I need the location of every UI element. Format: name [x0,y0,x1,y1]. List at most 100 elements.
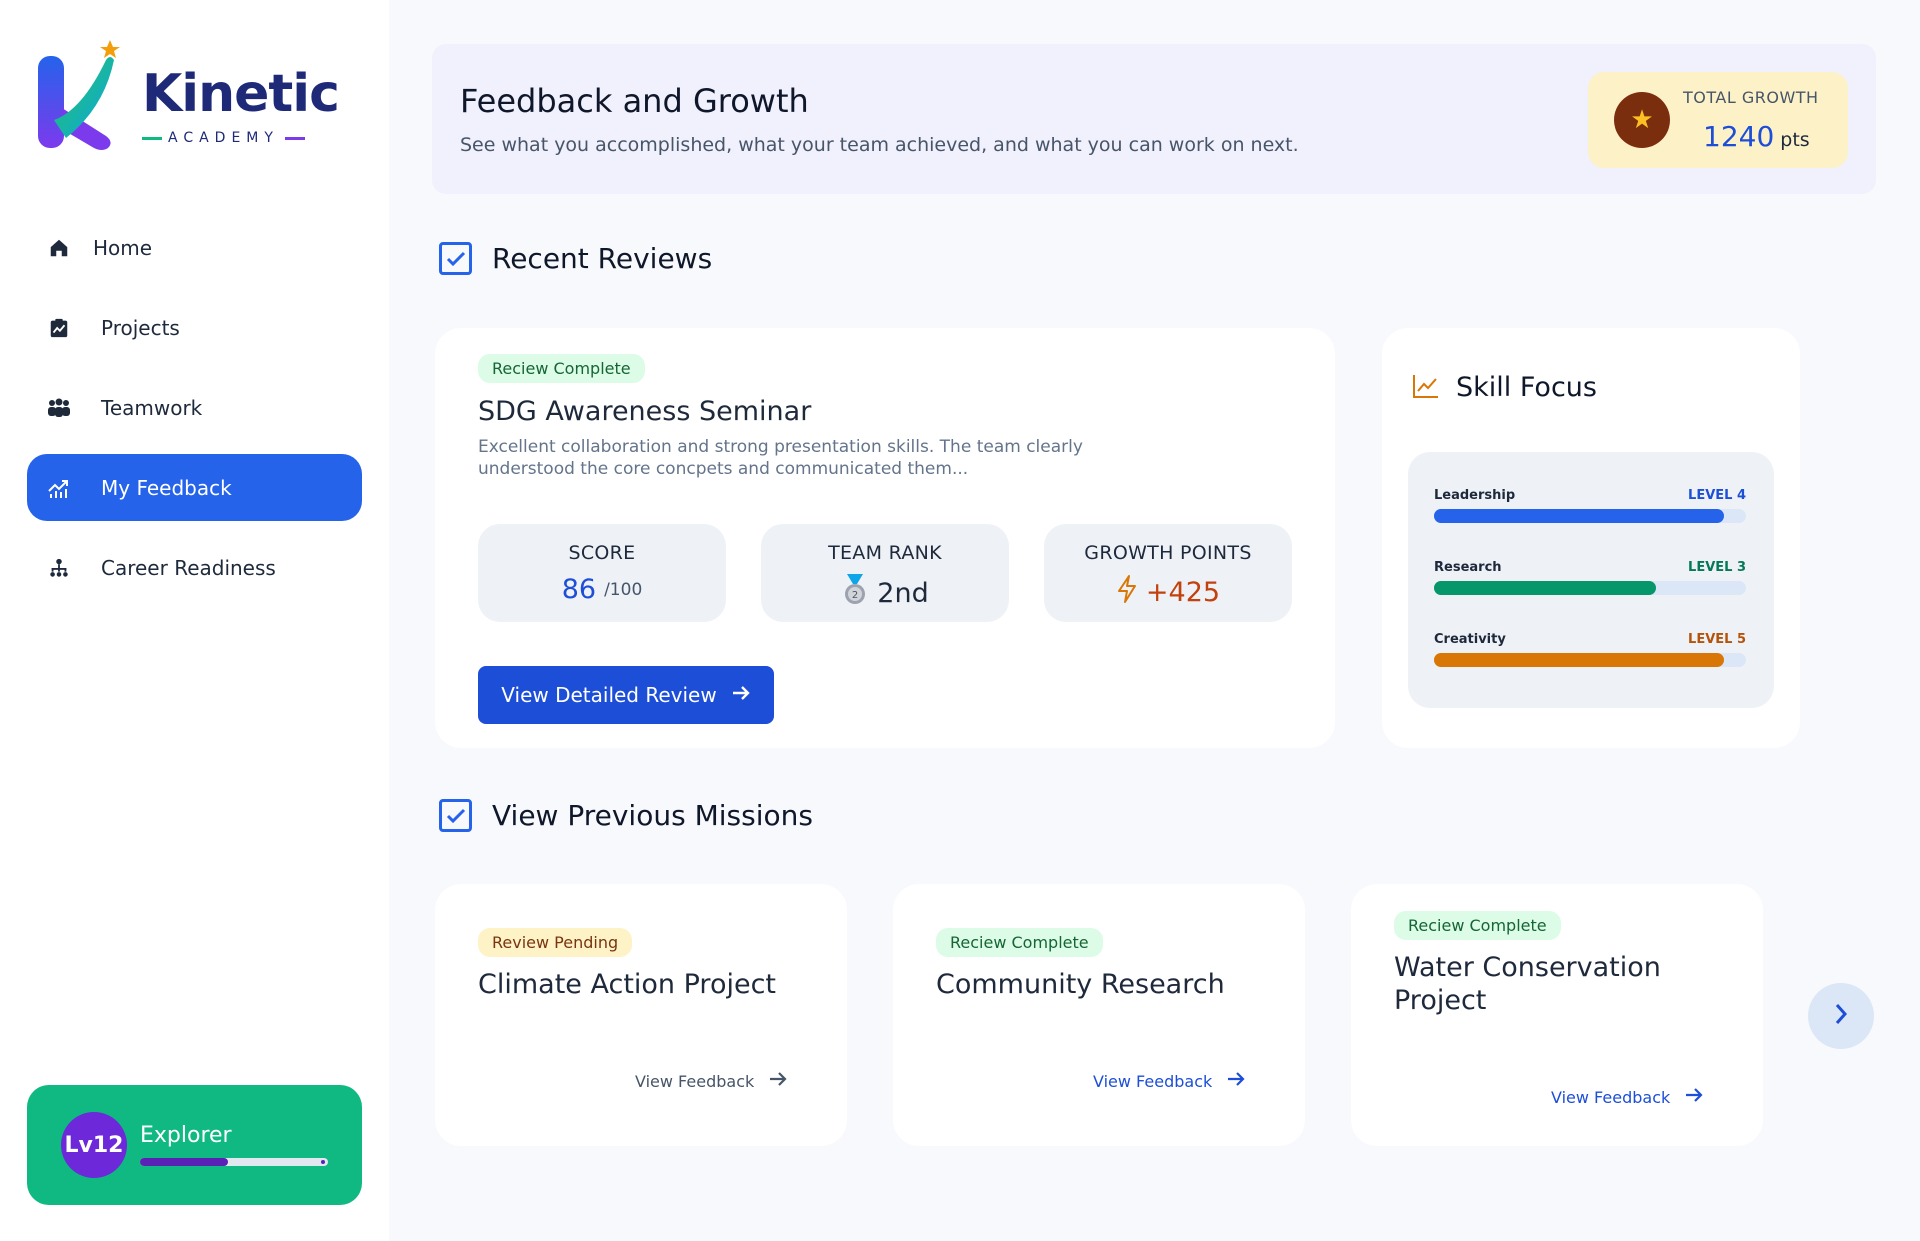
arrow-right-icon [768,1070,788,1092]
view-feedback-link[interactable]: View Feedback [1093,1070,1246,1092]
skill-level: LEVEL 3 [1688,560,1746,575]
arrow-right-icon [1684,1086,1704,1108]
checkbox-icon [439,242,472,275]
skill-focus-header: Skill Focus [1412,372,1597,403]
status-badge: Reciew Complete [1394,911,1561,940]
sidebar-item-my-feedback[interactable]: My Feedback [27,454,362,521]
mission-card[interactable]: Reciew Complete Community Research View … [893,884,1305,1146]
page-header: Feedback and Growth See what you accompl… [432,44,1876,194]
team-rank-label: TEAM RANK [828,542,942,564]
team-rank-value: 2nd [877,578,929,609]
kinetic-logo[interactable]: Kinetic ACADEMY [34,38,340,158]
home-icon [47,236,71,260]
growth-points-stat: GROWTH POINTS +425 [1044,524,1292,622]
review-description: Excellent collaboration and strong prese… [478,437,1083,479]
mission-title: Water Conservation Project [1394,952,1661,1016]
sidebar-item-home[interactable]: Home [27,214,362,281]
sidebar-item-label: My Feedback [101,475,232,500]
team-rank-value-row: 2 2nd [761,574,1009,613]
total-growth-unit: pts [1780,129,1810,151]
level-progress-bar [140,1158,328,1166]
skill-name: Creativity [1434,632,1506,647]
level-title: Explorer [140,1123,232,1148]
sidebar-item-career-readiness[interactable]: Career Readiness [27,534,362,601]
sidebar-item-label: Projects [101,315,180,340]
sidebar-item-label: Home [93,235,153,260]
team-rank-stat: TEAM RANK 2 2nd [761,524,1009,622]
button-label: View Detailed Review [501,683,717,707]
skill-progress-bar [1434,509,1746,523]
sidebar-item-label: Career Readiness [101,555,276,580]
brand-name: Kinetic [142,64,340,124]
mission-title: Community Research [936,969,1225,1000]
total-growth-value: 1240 [1703,120,1775,153]
review-title: SDG Awareness Seminar [478,396,812,427]
star-coin-icon: ★ [1614,92,1670,148]
total-growth-label: TOTAL GROWTH [1683,88,1819,107]
growth-points-label: GROWTH POINTS [1084,542,1252,564]
hierarchy-icon [47,556,71,580]
score-value: 86 [561,574,597,605]
silver-medal-icon: 2 [841,574,869,613]
previous-missions-heading: View Previous Missions [439,799,813,832]
level-progress-end-dot [321,1160,325,1164]
link-label: View Feedback [635,1071,755,1091]
view-detailed-review-button[interactable]: View Detailed Review [478,666,774,724]
total-growth-box: ★ TOTAL GROWTH 1240 pts [1588,72,1848,168]
level-card[interactable]: Lv12 Explorer [27,1085,362,1205]
skill-progress-bar [1434,581,1746,595]
score-max: /100 [604,579,643,600]
skill-progress-bar [1434,653,1746,667]
skill-row-research: Research LEVEL 3 [1434,560,1746,595]
growth-points-value-row: +425 [1044,574,1292,611]
level-progress-fill [140,1158,229,1166]
score-value-row: 86 /100 [478,574,726,605]
level-badge: Lv12 [61,1112,127,1178]
view-feedback-link[interactable]: View Feedback [1551,1086,1704,1108]
mission-card[interactable]: Review Pending Climate Action Project Vi… [435,884,847,1146]
skill-level: LEVEL 4 [1688,488,1746,503]
skill-row-leadership: Leadership LEVEL 4 [1434,488,1746,523]
team-icon [47,396,71,420]
skill-focus-card: Skill Focus Leadership LEVEL 4 Research … [1382,328,1800,748]
lightning-icon [1116,574,1138,611]
sidebar-item-label: Teamwork [101,395,203,420]
sidebar-item-projects[interactable]: Projects [27,294,362,361]
chevron-right-icon [1833,1002,1849,1030]
status-badge: Reciew Complete [478,354,645,383]
sidebar: Kinetic ACADEMY Home Projects Teamwork M… [0,0,389,1241]
skill-name: Research [1434,560,1502,575]
page-subtitle: See what you accomplished, what your tea… [460,134,1299,156]
skill-progress-fill [1434,509,1725,523]
section-title: Recent Reviews [492,242,713,275]
skill-list: Leadership LEVEL 4 Research LEVEL 3 Crea… [1408,452,1774,708]
arrow-right-icon [731,683,751,707]
link-label: View Feedback [1551,1087,1671,1107]
skill-name: Leadership [1434,488,1516,503]
arrow-right-icon [1226,1070,1246,1092]
brand-tagline-row: ACADEMY [142,130,305,146]
mission-card[interactable]: Reciew Complete Water Conservation Proje… [1351,884,1763,1146]
mission-title: Climate Action Project [478,969,777,1000]
main-nav: Home Projects Teamwork My Feedback Caree… [27,214,362,614]
recent-review-card: Reciew Complete SDG Awareness Seminar Ex… [435,328,1335,748]
status-badge: Reciew Complete [936,928,1103,957]
sidebar-item-teamwork[interactable]: Teamwork [27,374,362,441]
clipboard-chart-icon [47,316,71,340]
skill-progress-fill [1434,653,1725,667]
score-stat: SCORE 86 /100 [478,524,726,622]
logo-mark-icon [38,40,120,150]
total-growth-value-row: 1240 pts [1703,120,1810,153]
view-feedback-link[interactable]: View Feedback [635,1070,788,1092]
recent-reviews-heading: Recent Reviews [439,242,712,275]
page-title: Feedback and Growth [460,82,809,120]
brand-tagline: ACADEMY [168,130,279,146]
score-label: SCORE [568,542,636,564]
next-missions-button[interactable] [1808,983,1874,1049]
growth-points-value: +425 [1145,577,1221,608]
trend-chart-icon [47,476,71,500]
skill-focus-title: Skill Focus [1456,372,1597,403]
skill-progress-fill [1434,581,1656,595]
checkbox-icon [439,799,472,832]
skill-level: LEVEL 5 [1688,632,1746,647]
